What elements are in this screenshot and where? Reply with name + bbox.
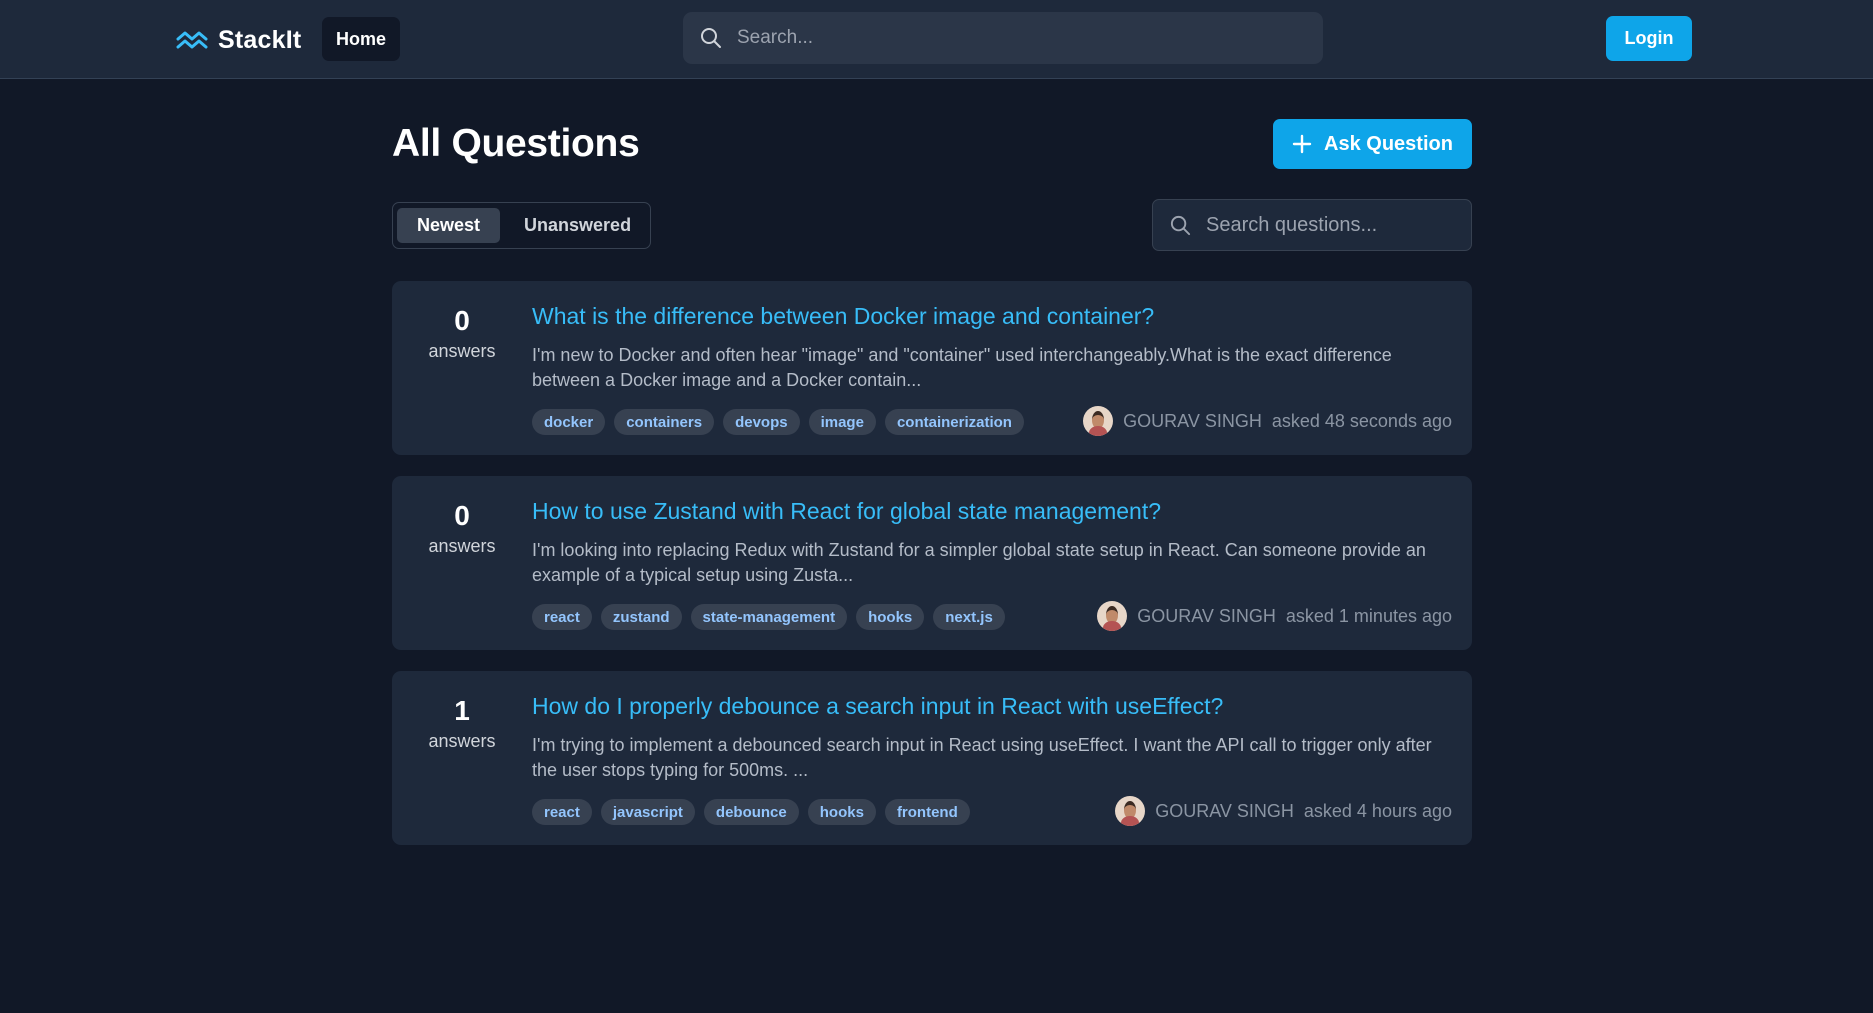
tag[interactable]: zustand [600,604,682,630]
question-card: 0 answers What is the difference between… [392,281,1472,455]
author-name[interactable]: GOURAV SINGH [1123,411,1262,432]
filter-tabs: Newest Unanswered [392,202,651,249]
question-meta: GOURAV SINGH asked 48 seconds ago [1083,405,1452,437]
question-title-link[interactable]: How do I properly debounce a search inpu… [532,693,1223,720]
avatar[interactable] [1097,601,1128,631]
asked-time: asked 4 hours ago [1303,800,1452,821]
ask-question-label: Ask Question [1324,132,1453,155]
question-meta: GOURAV SINGH asked 4 hours ago [1115,795,1452,827]
tag[interactable]: containerization [884,409,1024,435]
asked-time: asked 48 seconds ago [1271,410,1452,431]
tag[interactable]: containers [614,409,715,435]
plus-icon [1292,134,1312,154]
question-card: 0 answers How to use Zustand with React … [392,476,1472,650]
tag[interactable]: frontend [884,799,970,825]
tag[interactable]: state-management [690,604,848,630]
top-navbar: StackIt Home Login [0,0,1873,79]
answer-stat: 0 answers [392,498,532,557]
tag-list: react zustand state-management hooks nex… [532,604,1005,630]
tag[interactable]: hooks [807,799,876,825]
question-meta: GOURAV SINGH asked 1 minutes ago [1097,600,1452,632]
avatar[interactable] [1083,406,1114,436]
stacked-chevrons-icon [176,31,208,49]
avatar[interactable] [1115,796,1146,826]
tab-unanswered[interactable]: Unanswered [504,208,651,243]
answer-stat: 0 answers [392,303,532,362]
answer-count: 0 [454,305,470,336]
answer-label: answers [428,731,496,751]
global-search-input[interactable] [737,27,1323,49]
tag[interactable]: react [532,799,592,825]
author-name[interactable]: GOURAV SINGH [1137,606,1276,627]
answer-label: answers [428,536,496,556]
asked-time: asked 1 minutes ago [1285,605,1452,626]
author-name[interactable]: GOURAV SINGH [1155,801,1294,822]
question-card: 1 answers How do I properly debounce a s… [392,671,1472,845]
answer-stat: 1 answers [392,693,532,752]
answer-count: 0 [454,500,470,531]
answer-count: 1 [454,695,470,726]
tag[interactable]: debounce [703,799,799,825]
tag[interactable]: javascript [600,799,695,825]
tag[interactable]: image [808,409,876,435]
question-excerpt: I'm trying to implement a debounced sear… [532,735,1432,780]
search-icon [1170,215,1191,235]
brand-name: StackIt [218,25,302,54]
global-search[interactable] [683,12,1323,64]
login-button[interactable]: Login [1606,16,1692,61]
brand-logo[interactable]: StackIt [176,24,301,56]
tag[interactable]: devops [723,409,800,435]
home-button[interactable]: Home [322,17,400,61]
question-search-input[interactable] [1206,213,1471,237]
ask-question-button[interactable]: Ask Question [1273,119,1472,169]
tag[interactable]: next.js [933,604,1005,630]
tag[interactable]: hooks [856,604,925,630]
tag-list: react javascript debounce hooks frontend [532,799,970,825]
question-search[interactable] [1152,199,1472,251]
search-icon [701,28,721,48]
question-title-link[interactable]: What is the difference between Docker im… [532,303,1154,330]
tag[interactable]: docker [532,409,606,435]
question-title-link[interactable]: How to use Zustand with React for global… [532,498,1161,525]
tag-list: docker containers devops image container… [532,409,1024,435]
answer-label: answers [428,341,496,361]
question-excerpt: I'm new to Docker and often hear "image"… [532,345,1392,390]
tag[interactable]: react [532,604,592,630]
question-excerpt: I'm looking into replacing Redux with Zu… [532,540,1426,585]
tab-newest[interactable]: Newest [397,208,501,243]
page-title: All Questions [392,122,640,165]
